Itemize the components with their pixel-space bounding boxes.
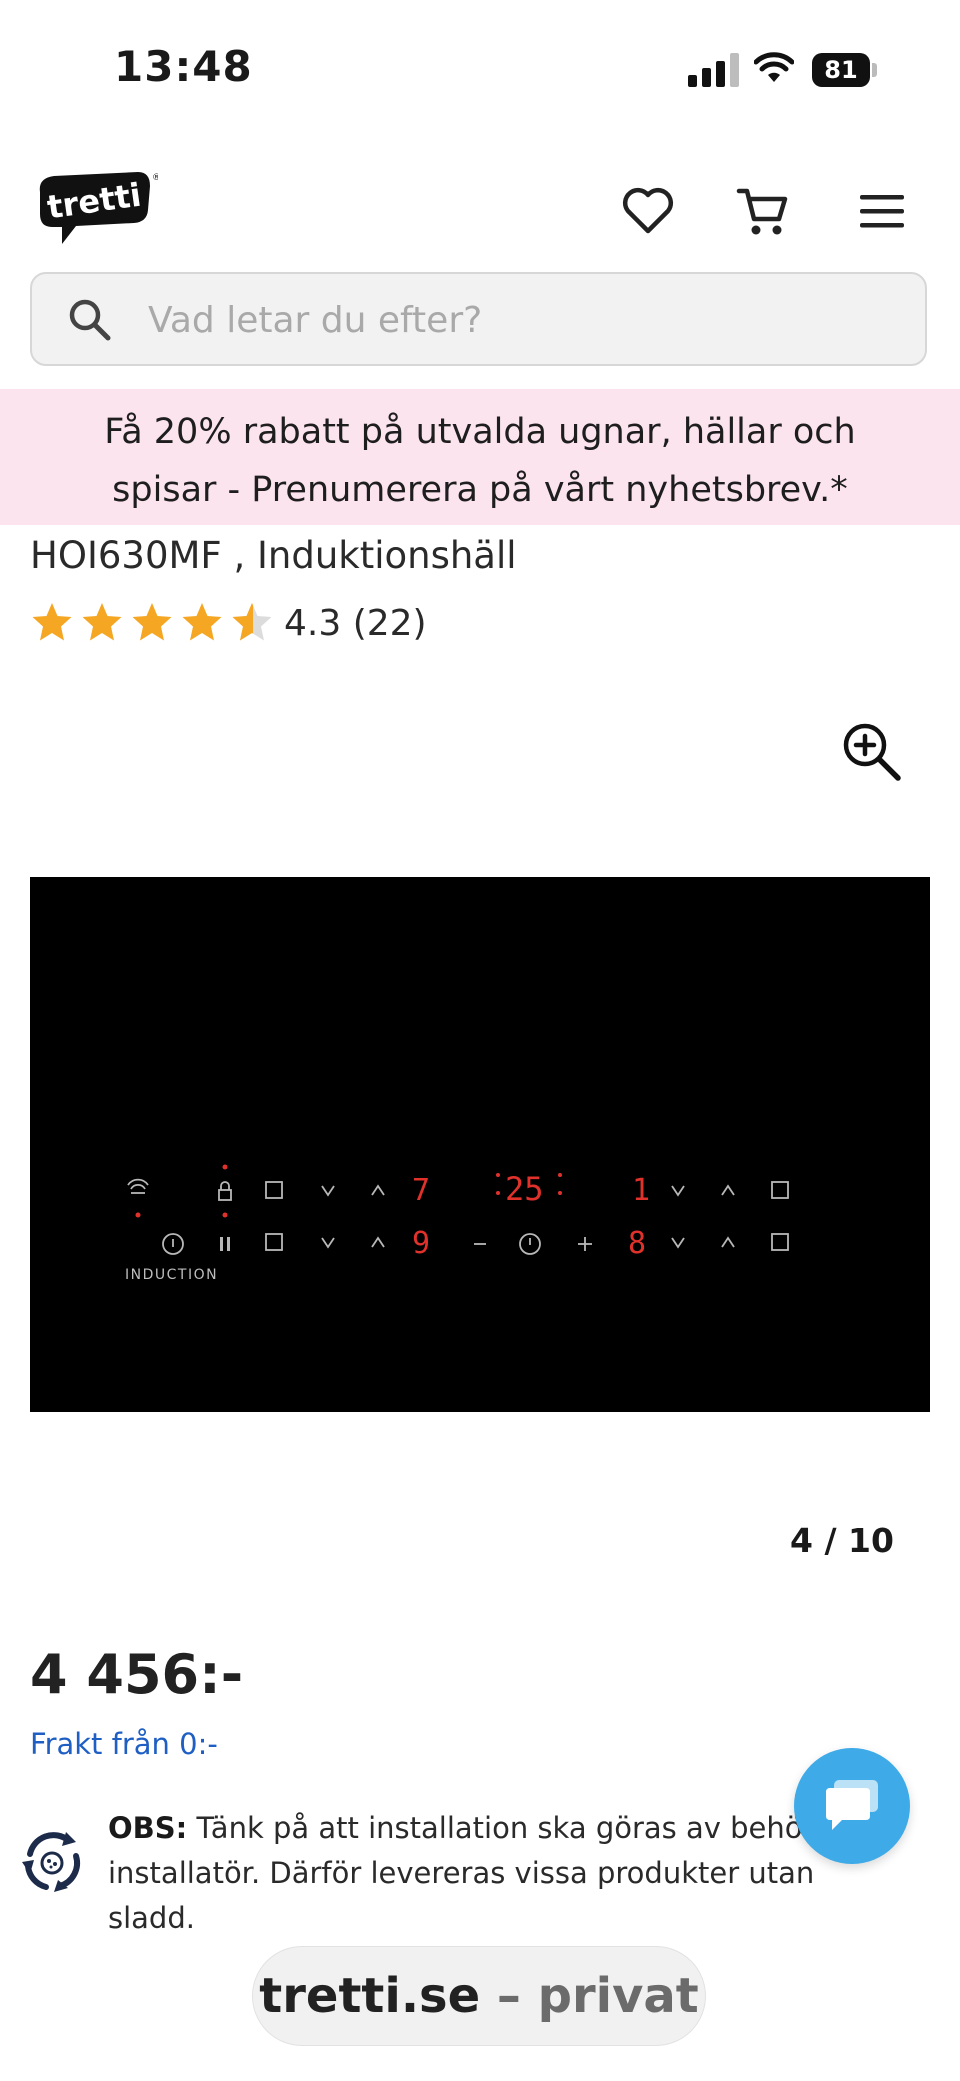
zone-symbol xyxy=(265,1181,283,1199)
wifi-icon xyxy=(754,52,794,82)
tretti-logo[interactable]: tretti ® xyxy=(34,170,158,250)
zoom-in-icon[interactable] xyxy=(840,720,902,782)
promo-text: Få 20% rabatt på utvalda ugnar, hällar o… xyxy=(104,412,856,510)
menu-icon[interactable] xyxy=(854,183,910,239)
url-domain: tretti.se xyxy=(259,1968,481,2024)
display-top-right: 1 xyxy=(632,1173,650,1208)
star-icon xyxy=(132,603,172,641)
lock-symbol xyxy=(218,1189,232,1201)
battery-tip xyxy=(872,63,877,77)
browser-url-bar[interactable]: tretti.se – privat xyxy=(252,1946,706,2046)
signal-icon xyxy=(688,53,739,87)
url-separator: – xyxy=(480,1968,538,2024)
image-pager: 4 / 10 xyxy=(790,1521,894,1560)
display-timer: 25 xyxy=(505,1170,544,1208)
star-icon xyxy=(82,603,122,641)
recycling-icon xyxy=(22,1832,81,1892)
notice-label: OBS: xyxy=(108,1811,188,1845)
display-bottom-left: 9 xyxy=(412,1226,430,1261)
search-icon[interactable] xyxy=(66,296,112,342)
display-top-left: 7 xyxy=(412,1173,430,1208)
rating-stars[interactable] xyxy=(30,600,274,644)
status-time: 13:48 xyxy=(114,42,253,91)
star-icon xyxy=(32,603,72,641)
star-half-icon xyxy=(232,603,272,641)
rating-text[interactable]: 4.3 (22) xyxy=(284,603,427,644)
induction-label: INDUCTION xyxy=(125,1267,219,1283)
promo-banner[interactable]: Få 20% rabatt på utvalda ugnar, hällar o… xyxy=(0,389,960,525)
star-icon xyxy=(182,603,222,641)
chat-button[interactable] xyxy=(794,1748,910,1864)
battery-icon: 81 xyxy=(812,53,878,87)
heart-icon[interactable] xyxy=(620,183,676,239)
installation-notice: OBS: Tänk på att installation ska göras … xyxy=(108,1806,868,1941)
svg-text:®: ® xyxy=(152,173,158,183)
product-image[interactable]: 7 9 25 1 8 INDUCTION xyxy=(30,877,930,1412)
display-bottom-right: 8 xyxy=(628,1226,646,1261)
shipping-link[interactable]: Frakt från 0:- xyxy=(30,1727,218,1761)
battery-level: 81 xyxy=(812,53,870,87)
notice-text: Tänk på att installation ska göras av be… xyxy=(108,1811,841,1935)
chat-icon xyxy=(826,1780,878,1830)
url-section: privat xyxy=(537,1968,699,2024)
cart-icon[interactable] xyxy=(735,183,791,239)
product-title: HOI630MF , Induktionshäll xyxy=(30,534,517,577)
search-input[interactable] xyxy=(148,292,888,348)
price: 4 456:- xyxy=(30,1643,244,1706)
